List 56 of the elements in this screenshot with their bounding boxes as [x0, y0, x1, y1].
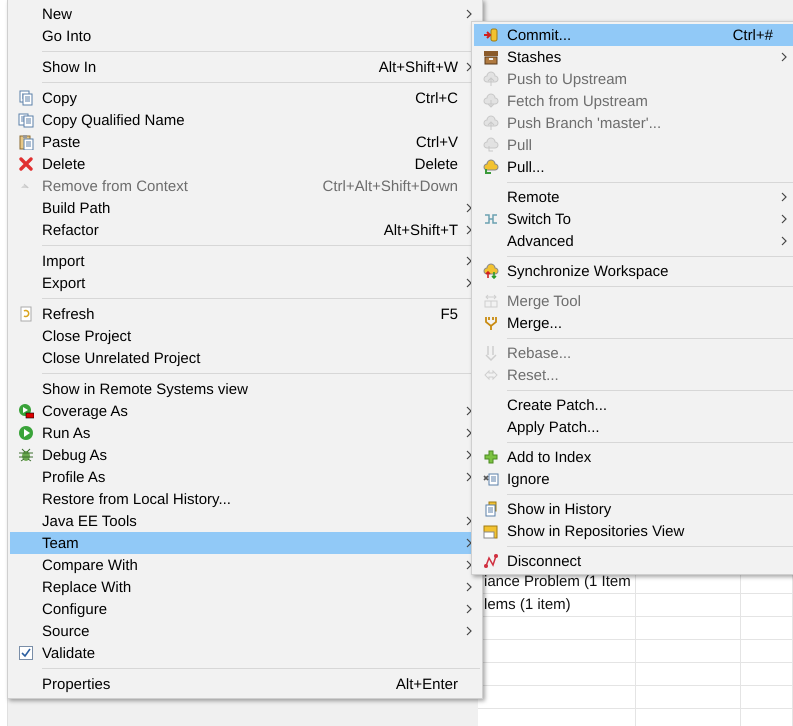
refresh-icon [18, 306, 34, 322]
menu-item[interactable]: Replace With [10, 576, 480, 598]
chevron-icon [466, 472, 472, 482]
plus-icon [482, 449, 498, 465]
chevron-icon [466, 604, 472, 614]
cloud-upload-icon [482, 71, 498, 87]
delete-icon [18, 156, 34, 172]
chevron-icon [781, 192, 787, 202]
commit-icon [482, 27, 498, 43]
history-icon [482, 501, 498, 517]
cloud-upload-icon [482, 115, 498, 131]
chevron-icon [466, 278, 472, 288]
copy-icon [18, 90, 34, 106]
menu-item[interactable]: Commit... Ctrl+# [474, 24, 793, 46]
checkbox-icon [18, 645, 34, 661]
chevron-icon [466, 538, 472, 548]
chevron-icon [466, 428, 472, 438]
menu-item[interactable]: Add to Index [474, 446, 793, 468]
chevron-icon [466, 256, 472, 266]
coverage-icon [18, 403, 34, 419]
document-icon [18, 112, 34, 128]
chest-icon [482, 49, 498, 65]
rebase-icon [482, 345, 498, 361]
menu-item[interactable]: New [10, 3, 480, 25]
chevron-icon [466, 626, 472, 636]
chevron-icon [781, 52, 787, 62]
run-icon [18, 425, 34, 441]
chevron-icon [466, 9, 472, 19]
chevron-icon [466, 225, 472, 235]
reset-icon [482, 367, 498, 383]
clipboard-icon [18, 134, 34, 150]
bug-icon [18, 447, 34, 463]
ignore-icon [482, 471, 498, 487]
merge-icon [482, 315, 498, 331]
chevron-icon [466, 560, 472, 570]
chevron-icon [466, 62, 472, 72]
chevron-icon [781, 214, 787, 224]
table-cell: lems (1 item) [484, 596, 571, 613]
chevron-icon [466, 203, 472, 213]
table-cell: iance Problem (1 Item [484, 573, 631, 590]
menu-item[interactable]: Source [10, 620, 480, 642]
menu-item[interactable]: Configure [10, 598, 480, 620]
chevron-icon [466, 406, 472, 416]
chevron-icon [466, 582, 472, 592]
cloud-icon [482, 137, 498, 153]
menu-item[interactable]: Properties Alt+Enter [10, 673, 480, 695]
chevron-icon [466, 450, 472, 460]
chevron-icon [781, 236, 787, 246]
cloud-download-icon [482, 93, 498, 109]
repository-icon [482, 523, 498, 539]
menu-item[interactable]: Validate [10, 642, 480, 664]
merge-tool-icon [482, 293, 498, 309]
chevron-icon [466, 516, 472, 526]
disconnect-icon [482, 553, 498, 569]
cloud-icon [482, 159, 498, 175]
sync-icon [482, 263, 498, 279]
